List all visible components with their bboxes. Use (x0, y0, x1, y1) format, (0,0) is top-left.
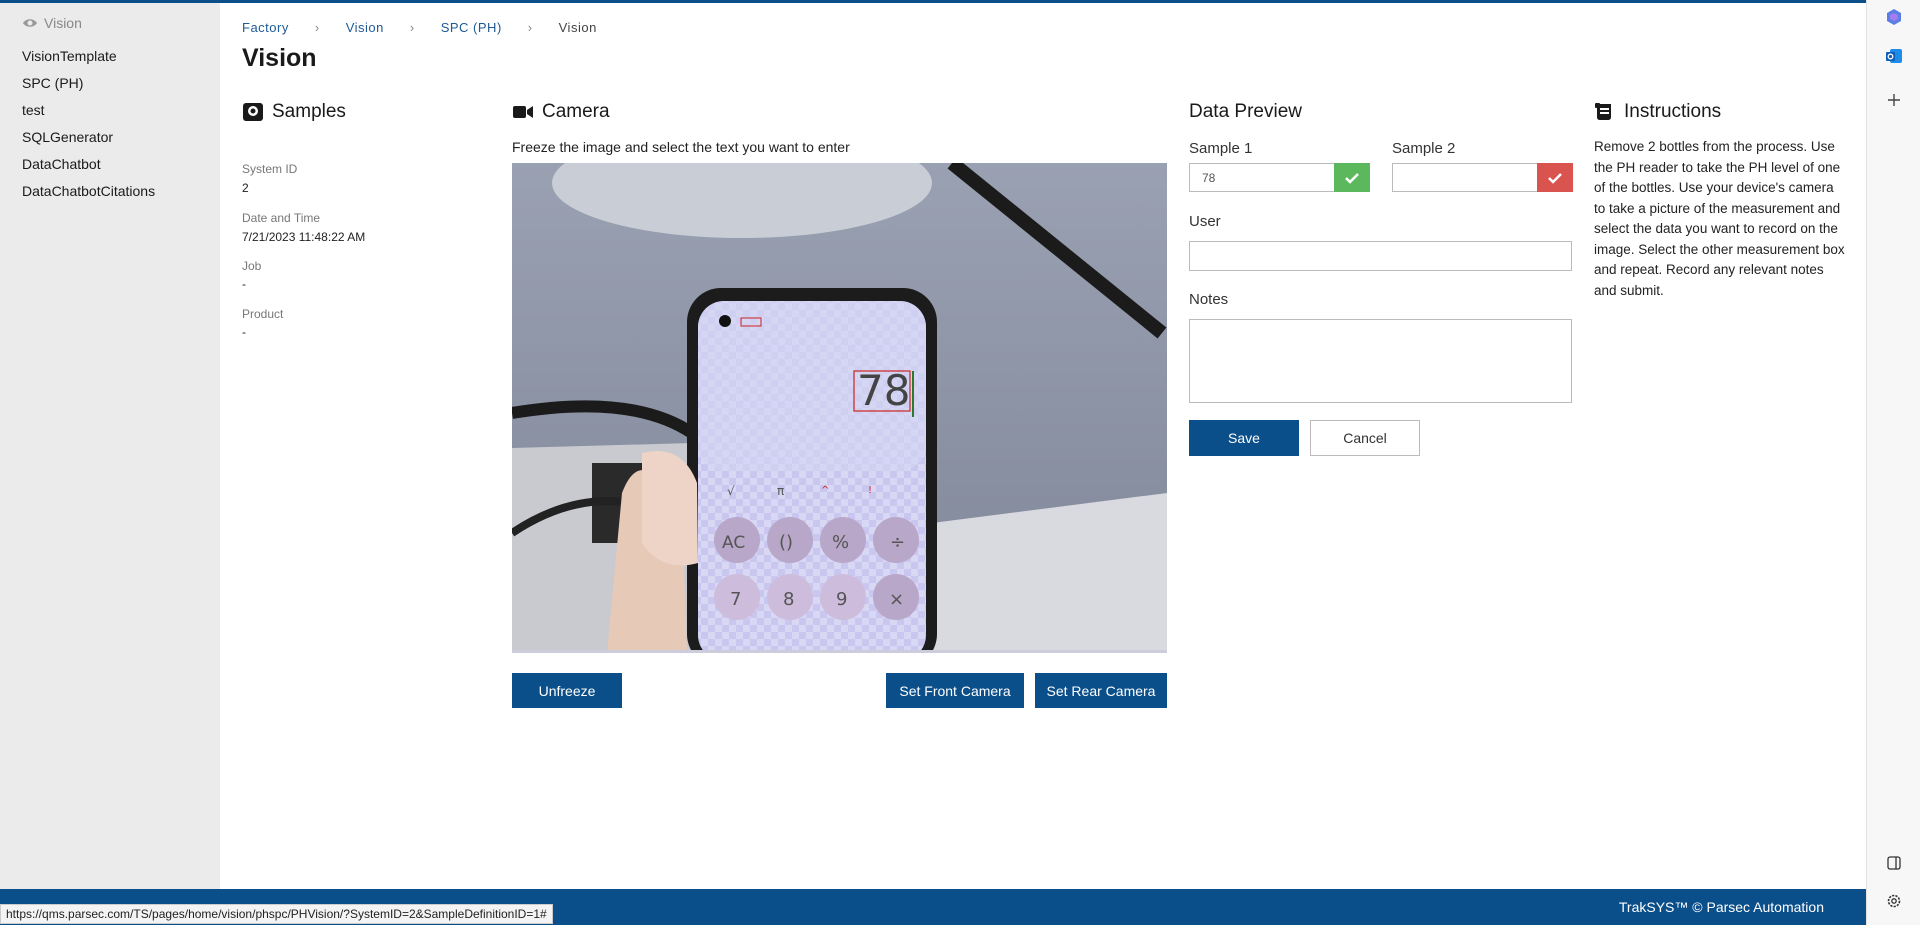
svg-text:^: ^ (821, 485, 829, 496)
breadcrumb-separator: › (527, 20, 533, 35)
outlook-icon[interactable] (1884, 46, 1904, 66)
breadcrumb: Factory › Vision › SPC (PH) › Vision (242, 20, 597, 35)
sample2-label: Sample 2 (1392, 140, 1456, 157)
svg-text:(): () (779, 532, 793, 553)
breadcrumb-factory[interactable]: Factory (242, 20, 289, 35)
camera-feed[interactable]: 78 √ π ^ ! AC () % ÷ 7 8 9 × (512, 163, 1167, 653)
sample2-input[interactable] (1392, 163, 1538, 192)
breadcrumb-separator: › (409, 20, 415, 35)
sidebar-item-visiontemplate[interactable]: VisionTemplate (22, 47, 155, 74)
user-input[interactable] (1189, 241, 1572, 271)
page-title: Vision (242, 44, 317, 72)
instructions-title: Instructions (1624, 101, 1722, 122)
svg-text:√: √ (727, 484, 735, 498)
svg-text:×: × (889, 589, 904, 610)
save-button[interactable]: Save (1189, 420, 1299, 456)
sidebar-item-datachatbot[interactable]: DataChatbot (22, 155, 155, 182)
svg-text:8: 8 (783, 589, 794, 610)
cancel-button[interactable]: Cancel (1310, 420, 1420, 456)
job-label: Job (242, 259, 262, 273)
breadcrumb-current: Vision (558, 20, 597, 35)
system-id-label: System ID (242, 162, 298, 176)
camera-title: Camera (542, 101, 610, 122)
svg-text:!: ! (868, 485, 872, 496)
sample2-accept-button[interactable] (1537, 163, 1573, 192)
notes-textarea[interactable] (1189, 319, 1572, 403)
sidebar-header: Vision (22, 15, 82, 31)
sample1-accept-button[interactable] (1334, 163, 1370, 192)
instructions-heading: Instructions (1594, 101, 1721, 123)
settings-icon[interactable] (1884, 891, 1904, 911)
svg-text:9: 9 (836, 589, 847, 610)
sidebar-item-spc-ph[interactable]: SPC (PH) (22, 74, 155, 101)
breadcrumb-spc-ph[interactable]: SPC (PH) (441, 20, 502, 35)
status-bar-url: https://qms.parsec.com/TS/pages/home/vis… (0, 904, 553, 924)
scroll-icon (1595, 103, 1611, 120)
eye-icon (23, 19, 37, 27)
unfreeze-button[interactable]: Unfreeze (512, 673, 622, 708)
product-label: Product (242, 307, 284, 321)
product-value: - (242, 325, 246, 339)
notes-label: Notes (1189, 291, 1229, 308)
camera-heading: Camera (512, 101, 610, 123)
set-front-camera-button[interactable]: Set Front Camera (886, 673, 1024, 708)
check-icon (1345, 172, 1359, 184)
sidebar-item-test[interactable]: test (22, 101, 155, 128)
top-accent-line (0, 0, 1866, 3)
date-time-label: Date and Time (242, 211, 321, 225)
user-label: User (1189, 213, 1221, 230)
sidebar-toggle-icon[interactable] (1884, 853, 1904, 873)
samples-icon (243, 103, 263, 121)
sidebar: Vision VisionTemplate SPC (PH) test SQLG… (0, 3, 220, 889)
check-icon (1548, 172, 1562, 184)
calculator-display: 78 (857, 366, 910, 415)
svg-text:π: π (777, 484, 784, 498)
copilot-icon[interactable] (1884, 7, 1904, 27)
svg-text:%: % (832, 532, 849, 553)
breadcrumb-separator: › (314, 20, 320, 35)
breadcrumb-vision[interactable]: Vision (346, 20, 384, 35)
svg-text:AC: AC (722, 533, 745, 553)
set-rear-camera-button[interactable]: Set Rear Camera (1035, 673, 1167, 708)
data-preview-heading: Data Preview (1189, 101, 1302, 123)
add-icon[interactable] (1884, 90, 1904, 110)
samples-heading: Samples (242, 101, 346, 123)
job-value: - (242, 277, 246, 291)
video-camera-icon (513, 106, 533, 118)
sidebar-item-datachatbotcitations[interactable]: DataChatbotCitations (22, 182, 155, 209)
sample1-label: Sample 1 (1189, 140, 1253, 157)
footer-copyright: TrakSYS™ © Parsec Automation (1618, 899, 1824, 915)
browser-edge-sidebar (1866, 0, 1920, 925)
samples-title: Samples (272, 101, 346, 122)
svg-text:÷: ÷ (890, 532, 905, 553)
instructions-text: Remove 2 bottles from the process. Use t… (1594, 139, 1845, 298)
sample1-input[interactable]: 78 (1189, 163, 1335, 192)
camera-hint: Freeze the image and select the text you… (512, 139, 850, 155)
data-preview-title: Data Preview (1189, 101, 1302, 122)
sidebar-header-label: Vision (44, 15, 82, 31)
system-id-value: 2 (242, 181, 249, 195)
svg-text:7: 7 (730, 589, 741, 610)
sidebar-item-sqlgenerator[interactable]: SQLGenerator (22, 128, 155, 155)
date-time-value: 7/21/2023 11:48:22 AM (242, 230, 366, 244)
sidebar-nav: VisionTemplate SPC (PH) test SQLGenerato… (22, 47, 155, 209)
camera-frame-image: 78 √ π ^ ! AC () % ÷ 7 8 9 × (512, 163, 1167, 650)
